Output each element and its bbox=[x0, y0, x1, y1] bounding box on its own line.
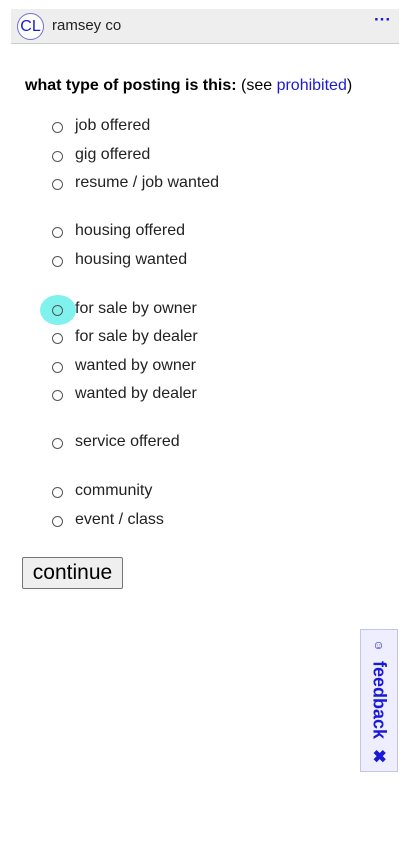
continue-button[interactable]: continue bbox=[22, 557, 123, 589]
option-wanted-by-owner[interactable]: wanted by owner bbox=[40, 357, 300, 381]
option-label[interactable]: resume / job wanted bbox=[75, 174, 219, 192]
radio-button[interactable] bbox=[52, 227, 63, 238]
prohibited-link[interactable]: prohibited bbox=[277, 77, 347, 94]
radio-wrap-focused[interactable] bbox=[40, 295, 76, 325]
radio-button[interactable] bbox=[52, 362, 63, 373]
area-name[interactable]: ramsey co bbox=[52, 17, 121, 34]
ellipsis-icon[interactable]: ··· bbox=[374, 10, 391, 30]
option-label[interactable]: event / class bbox=[75, 511, 164, 529]
option-for-sale-by-dealer[interactable]: for sale by dealer bbox=[40, 328, 300, 352]
option-service-offered[interactable]: service offered bbox=[40, 433, 300, 457]
radio-wrap[interactable] bbox=[40, 428, 76, 458]
radio-button[interactable] bbox=[52, 438, 63, 449]
option-wanted-by-dealer[interactable]: wanted by dealer bbox=[40, 385, 300, 409]
question-see-text: (see bbox=[236, 77, 277, 94]
radio-wrap[interactable] bbox=[40, 217, 76, 247]
option-label[interactable]: for sale by dealer bbox=[75, 328, 198, 346]
radio-wrap[interactable] bbox=[40, 141, 76, 171]
radio-wrap[interactable] bbox=[40, 506, 76, 536]
feedback-label[interactable]: feedback bbox=[369, 660, 390, 738]
radio-wrap[interactable] bbox=[40, 352, 76, 382]
question-close-paren: ) bbox=[346, 77, 353, 94]
radio-button[interactable] bbox=[52, 390, 63, 401]
option-resume-job-wanted[interactable]: resume / job wanted bbox=[40, 174, 300, 198]
close-icon[interactable]: ✖ bbox=[369, 749, 389, 763]
site-header: CL ramsey co ··· bbox=[11, 9, 399, 44]
option-label[interactable]: wanted by owner bbox=[75, 357, 196, 375]
option-label[interactable]: wanted by dealer bbox=[75, 385, 197, 403]
option-label[interactable]: housing wanted bbox=[75, 251, 187, 269]
option-label[interactable]: community bbox=[75, 482, 152, 500]
radio-wrap[interactable] bbox=[40, 380, 76, 410]
radio-button[interactable] bbox=[52, 487, 63, 498]
radio-button[interactable] bbox=[52, 179, 63, 190]
option-gig-offered[interactable]: gig offered bbox=[40, 146, 300, 170]
option-label[interactable]: service offered bbox=[75, 433, 180, 451]
radio-button[interactable] bbox=[52, 516, 63, 527]
question-text: what type of posting is this: bbox=[25, 77, 237, 94]
radio-wrap[interactable] bbox=[40, 112, 76, 142]
radio-wrap[interactable] bbox=[40, 169, 76, 199]
radio-button[interactable] bbox=[52, 333, 63, 344]
radio-wrap[interactable] bbox=[40, 323, 76, 353]
option-label[interactable]: job offered bbox=[75, 117, 150, 135]
smiley-icon: ☺ bbox=[372, 637, 386, 652]
option-label[interactable]: gig offered bbox=[75, 146, 150, 164]
radio-button[interactable] bbox=[52, 122, 63, 133]
option-label[interactable]: for sale by owner bbox=[75, 300, 197, 318]
option-housing-wanted[interactable]: housing wanted bbox=[40, 251, 300, 275]
radio-button[interactable] bbox=[52, 151, 63, 162]
feedback-tab[interactable]: ☺ feedback ✖ bbox=[360, 629, 398, 772]
option-community[interactable]: community bbox=[40, 482, 300, 506]
option-event-class[interactable]: event / class bbox=[40, 511, 300, 535]
craigslist-logo[interactable]: CL bbox=[17, 13, 44, 40]
radio-wrap[interactable] bbox=[40, 246, 76, 276]
option-label[interactable]: housing offered bbox=[75, 222, 185, 240]
option-job-offered[interactable]: job offered bbox=[40, 117, 300, 141]
radio-wrap[interactable] bbox=[40, 477, 76, 507]
feedback-inner: ☺ feedback ✖ bbox=[369, 637, 390, 763]
option-housing-offered[interactable]: housing offered bbox=[40, 222, 300, 246]
posting-type-question: what type of posting is this: (see prohi… bbox=[25, 77, 352, 95]
radio-button[interactable] bbox=[52, 305, 63, 316]
option-for-sale-by-owner[interactable]: for sale by owner bbox=[40, 295, 300, 325]
radio-button[interactable] bbox=[52, 256, 63, 267]
